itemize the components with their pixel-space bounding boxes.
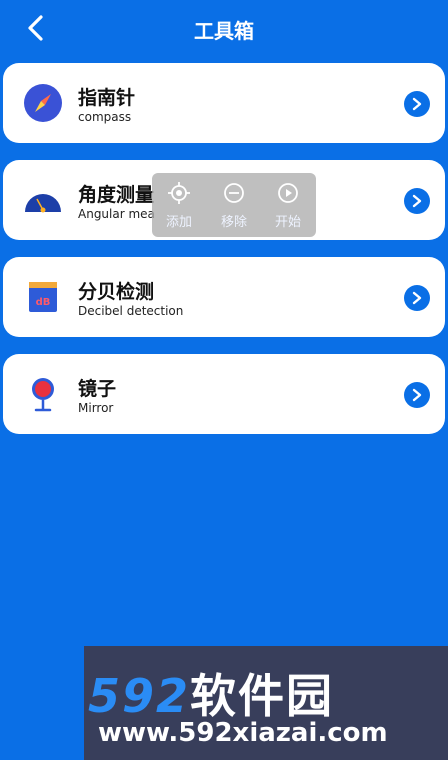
minus-circle-icon <box>224 183 244 203</box>
watermark-url: www.592xiazai.com <box>98 718 388 748</box>
chevron-right-icon <box>412 291 422 305</box>
compass-icon <box>24 84 62 122</box>
tool-card-compass[interactable]: 指南针 compass <box>3 63 445 143</box>
tool-card-decibel[interactable]: dB 分贝检测 Decibel detection <box>3 257 445 337</box>
tool-subtitle: compass <box>78 110 132 124</box>
watermark-logo: 592软件园 <box>88 660 334 726</box>
header: 工具箱 <box>0 0 448 58</box>
watermark-number: 592 <box>88 669 191 723</box>
start-button[interactable]: 开始 <box>263 181 313 230</box>
chevron-right-icon <box>412 194 422 208</box>
page: 工具箱 指南针 compass 角度测量 Angular mea dB 分贝检测… <box>0 0 448 760</box>
chevron-right-icon <box>412 388 422 402</box>
watermark-brand: 软件园 <box>190 669 335 723</box>
page-title: 工具箱 <box>194 19 254 43</box>
watermark: 592软件园 www.592xiazai.com <box>84 646 448 760</box>
remove-label: 移除 <box>220 215 247 230</box>
mirror-icon <box>32 378 54 412</box>
open-compass-button[interactable] <box>404 91 430 117</box>
open-mirror-button[interactable] <box>404 382 430 408</box>
tool-subtitle: Angular mea <box>78 207 155 221</box>
open-decibel-button[interactable] <box>404 285 430 311</box>
svg-text:dB: dB <box>36 297 51 308</box>
tool-name: 指南针 <box>78 87 136 109</box>
protractor-icon <box>25 194 61 213</box>
tool-subtitle: Mirror <box>78 401 114 415</box>
tool-name: 分贝检测 <box>78 281 155 303</box>
add-label: 添加 <box>165 215 192 230</box>
tool-name: 镜子 <box>78 378 117 400</box>
crosshair-icon <box>168 182 190 204</box>
tool-card-mirror[interactable]: 镜子 Mirror <box>3 354 445 434</box>
chevron-right-icon <box>412 97 422 111</box>
add-button[interactable]: 添加 <box>154 181 204 230</box>
tool-subtitle: Decibel detection <box>78 304 184 318</box>
start-label: 开始 <box>274 215 301 230</box>
decibel-meter-icon: dB <box>29 282 57 312</box>
remove-button[interactable]: 移除 <box>209 181 259 230</box>
context-menu: 添加 移除 开始 <box>152 173 316 237</box>
open-angular-button[interactable] <box>404 188 430 214</box>
tool-name: 角度测量 <box>78 184 155 206</box>
play-circle-icon <box>278 183 298 203</box>
